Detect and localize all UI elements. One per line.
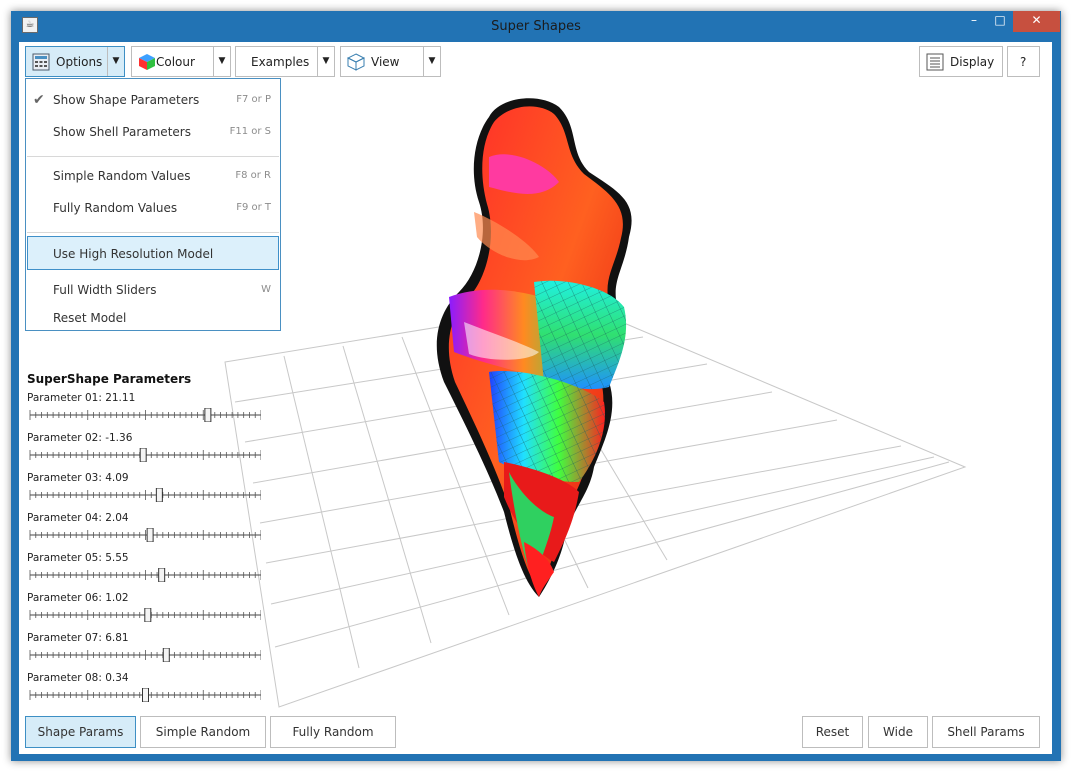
param-label: Parameter 01: 21.11 bbox=[27, 392, 136, 404]
calculator-icon bbox=[32, 53, 50, 71]
param-slider-row: Parameter 08: 0.34 bbox=[27, 672, 267, 710]
menu-item-reset-model[interactable]: Reset Model bbox=[27, 301, 279, 333]
colour-label: Colour bbox=[156, 55, 195, 69]
maximize-button[interactable]: □ bbox=[987, 11, 1013, 32]
menu-item-shortcut: F8 or R bbox=[235, 170, 271, 181]
param-slider[interactable] bbox=[29, 408, 261, 422]
app-window: ☕ Super Shapes – □ ✕ Options ▼ Colour ▼ … bbox=[11, 11, 1061, 761]
param-label: Parameter 04: 2.04 bbox=[27, 512, 129, 524]
param-label: Parameter 05: 5.55 bbox=[27, 552, 129, 564]
color-cube-icon bbox=[139, 54, 155, 70]
chevron-down-icon[interactable]: ▼ bbox=[213, 47, 230, 76]
param-label: Parameter 03: 4.09 bbox=[27, 472, 129, 484]
menu-separator bbox=[27, 232, 279, 233]
param-slider[interactable] bbox=[29, 648, 261, 662]
display-list-icon bbox=[926, 53, 944, 71]
param-slider-row: Parameter 02: -1.36 bbox=[27, 432, 267, 470]
help-label: ? bbox=[1020, 55, 1027, 69]
examples-label: Examples bbox=[251, 55, 310, 69]
close-button[interactable]: ✕ bbox=[1013, 11, 1060, 32]
menu-item-label: Simple Random Values bbox=[53, 169, 191, 183]
param-slider[interactable] bbox=[29, 488, 261, 502]
menu-item-shortcut: F7 or P bbox=[236, 94, 271, 105]
shell-params-button[interactable]: Shell Params bbox=[932, 716, 1040, 748]
param-slider[interactable] bbox=[29, 528, 261, 542]
param-label: Parameter 02: -1.36 bbox=[27, 432, 133, 444]
param-label: Parameter 08: 0.34 bbox=[27, 672, 129, 684]
slider-thumb[interactable] bbox=[142, 688, 149, 702]
param-label: Parameter 06: 1.02 bbox=[27, 592, 129, 604]
menu-item-fully-random-values[interactable]: Fully Random Values F9 or T bbox=[27, 191, 279, 223]
shape-params-button[interactable]: Shape Params bbox=[25, 716, 136, 748]
checkmark-icon: ✔ bbox=[33, 92, 45, 108]
menu-item-label: Fully Random Values bbox=[53, 201, 178, 215]
param-slider[interactable] bbox=[29, 448, 261, 462]
wireframe-cube-icon bbox=[347, 53, 365, 71]
title-bar[interactable]: ☕ Super Shapes – □ ✕ bbox=[11, 11, 1061, 42]
chevron-down-icon[interactable]: ▼ bbox=[107, 47, 124, 76]
menu-item-label: Full Width Sliders bbox=[53, 283, 157, 297]
param-label: Parameter 07: 6.81 bbox=[27, 632, 129, 644]
param-slider-row: Parameter 01: 21.11 bbox=[27, 392, 267, 430]
options-menu: ✔ Show Shape Parameters F7 or P Show She… bbox=[25, 78, 281, 331]
simple-random-button[interactable]: Simple Random bbox=[140, 716, 266, 748]
examples-dropdown[interactable]: Examples ▼ bbox=[235, 46, 335, 77]
slider-thumb[interactable] bbox=[162, 648, 170, 662]
menu-item-use-high-resolution-model[interactable]: Use High Resolution Model bbox=[27, 236, 279, 270]
chevron-down-icon[interactable]: ▼ bbox=[317, 47, 334, 76]
param-slider-row: Parameter 07: 6.81 bbox=[27, 632, 267, 670]
param-slider-row: Parameter 03: 4.09 bbox=[27, 472, 267, 510]
menu-item-show-shape-parameters[interactable]: ✔ Show Shape Parameters F7 or P bbox=[27, 83, 279, 115]
fully-random-button[interactable]: Fully Random bbox=[270, 716, 396, 748]
chevron-down-icon[interactable]: ▼ bbox=[423, 47, 440, 76]
reset-button[interactable]: Reset bbox=[802, 716, 863, 748]
param-slider-row: Parameter 05: 5.55 bbox=[27, 552, 267, 590]
colour-dropdown[interactable]: Colour ▼ bbox=[131, 46, 231, 77]
slider-thumb[interactable] bbox=[146, 528, 154, 542]
supershape-model bbox=[436, 98, 632, 598]
display-button[interactable]: Display bbox=[919, 46, 1003, 77]
options-dropdown[interactable]: Options ▼ bbox=[25, 46, 125, 77]
param-slider-row: Parameter 04: 2.04 bbox=[27, 512, 267, 550]
view-dropdown[interactable]: View ▼ bbox=[340, 46, 441, 77]
menu-item-shortcut: W bbox=[261, 284, 271, 295]
wide-button[interactable]: Wide bbox=[868, 716, 928, 748]
param-slider-row: Parameter 06: 1.02 bbox=[27, 592, 267, 630]
view-label: View bbox=[371, 55, 400, 69]
param-slider[interactable] bbox=[29, 688, 261, 702]
menu-item-simple-random-values[interactable]: Simple Random Values F8 or R bbox=[27, 159, 279, 191]
slider-thumb[interactable] bbox=[204, 408, 212, 422]
menu-item-show-shell-parameters[interactable]: Show Shell Parameters F11 or S bbox=[27, 115, 279, 147]
menu-separator bbox=[27, 156, 279, 157]
param-slider[interactable] bbox=[29, 568, 261, 582]
help-button[interactable]: ? bbox=[1007, 46, 1040, 77]
menu-item-label: Show Shell Parameters bbox=[53, 125, 191, 139]
menu-item-label: Use High Resolution Model bbox=[53, 247, 214, 261]
param-slider[interactable] bbox=[29, 608, 261, 622]
options-label: Options bbox=[56, 55, 103, 69]
minimize-button[interactable]: – bbox=[961, 11, 987, 32]
window-title: Super Shapes bbox=[491, 19, 581, 34]
params-title: SuperShape Parameters bbox=[27, 372, 192, 386]
menu-item-shortcut: F9 or T bbox=[236, 202, 271, 213]
menu-item-shortcut: F11 or S bbox=[229, 126, 271, 137]
client-area: Options ▼ Colour ▼ Examples ▼ View ▼ Dis… bbox=[19, 42, 1052, 754]
slider-thumb[interactable] bbox=[144, 608, 152, 622]
display-label: Display bbox=[950, 55, 995, 69]
slider-thumb[interactable] bbox=[158, 568, 166, 582]
slider-thumb[interactable] bbox=[139, 448, 147, 462]
menu-item-label: Show Shape Parameters bbox=[53, 93, 200, 107]
menu-item-label: Reset Model bbox=[53, 311, 127, 325]
slider-thumb[interactable] bbox=[155, 488, 163, 502]
